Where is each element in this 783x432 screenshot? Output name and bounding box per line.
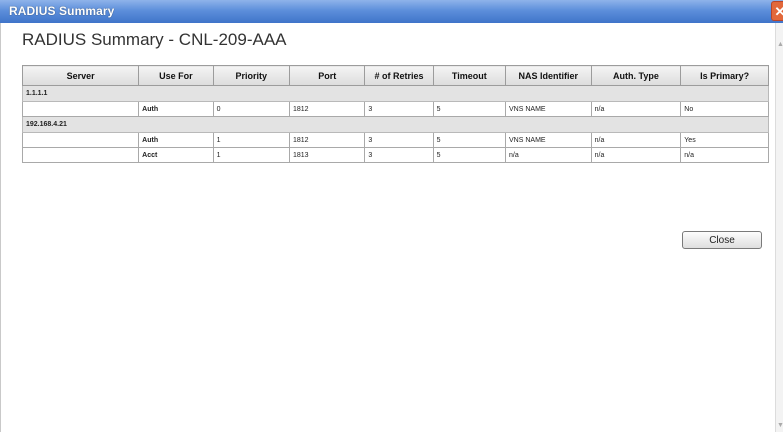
table-row: Acct 1 1813 3 5 n/a n/a n/a (21, 147, 769, 163)
port-cell: 1812 (288, 101, 366, 117)
timeout-cell: 5 (432, 132, 507, 148)
window-titlebar: RADIUS Summary ✕ (0, 0, 783, 23)
table-row: Auth 1 1812 3 5 VNS NAME n/a Yes (21, 132, 769, 148)
timeout-cell: 5 (432, 147, 507, 163)
is-primary-cell: No (680, 101, 769, 117)
timeout-cell: 5 (432, 101, 507, 117)
retries-cell: 3 (364, 147, 434, 163)
server-cell (21, 132, 140, 148)
nas-identifier-cell: VNS NAME (505, 132, 592, 148)
column-header-auth-type: Auth. Type (590, 65, 682, 86)
port-cell: 1812 (288, 132, 366, 148)
server-cell (21, 101, 140, 117)
server-group-row: 1.1.1.1 (22, 85, 769, 102)
page-title: RADIUS Summary - CNL-209-AAA (22, 30, 287, 49)
server-group-row: 192.168.4.21 (22, 116, 769, 133)
column-header-nas-identifier: NAS Identifier (505, 65, 592, 86)
auth-type-cell: n/a (590, 147, 682, 163)
column-header-retries: # of Retries (364, 65, 434, 86)
retries-cell: 3 (364, 132, 434, 148)
server-cell (21, 147, 140, 163)
scroll-up-icon[interactable]: ▲ (777, 41, 783, 48)
priority-cell: 1 (212, 147, 290, 163)
table-header-row: Server Use For Priority Port # of Retrie… (21, 65, 769, 86)
auth-type-cell: n/a (590, 132, 682, 148)
auth-type-cell: n/a (590, 101, 682, 117)
priority-cell: 0 (212, 101, 290, 117)
is-primary-cell: Yes (680, 132, 769, 148)
window-close-icon[interactable]: ✕ (771, 1, 783, 21)
use-for-cell: Auth (138, 101, 214, 117)
use-for-cell: Auth (138, 132, 214, 148)
column-header-use-for: Use For (138, 65, 214, 86)
vertical-scrollbar[interactable]: ▲ ▼ (775, 23, 783, 432)
port-cell: 1813 (288, 147, 366, 163)
nas-identifier-cell: n/a (505, 147, 592, 163)
radius-summary-table: Server Use For Priority Port # of Retrie… (21, 65, 769, 163)
server-group-label: 1.1.1.1 (22, 85, 769, 102)
window-title: RADIUS Summary (9, 4, 115, 18)
column-header-priority: Priority (212, 65, 290, 86)
use-for-cell: Acct (138, 147, 214, 163)
priority-cell: 1 (212, 132, 290, 148)
scroll-down-icon[interactable]: ▼ (777, 422, 783, 429)
column-header-server: Server (21, 65, 140, 86)
nas-identifier-cell: VNS NAME (505, 101, 592, 117)
server-group-label: 192.168.4.21 (22, 116, 769, 133)
is-primary-cell: n/a (680, 147, 769, 163)
retries-cell: 3 (364, 101, 434, 117)
column-header-port: Port (288, 65, 366, 86)
column-header-is-primary: Is Primary? (680, 65, 769, 86)
column-header-timeout: Timeout (432, 65, 507, 86)
close-button[interactable]: Close (682, 231, 762, 249)
table-row: Auth 0 1812 3 5 VNS NAME n/a No (21, 101, 769, 117)
